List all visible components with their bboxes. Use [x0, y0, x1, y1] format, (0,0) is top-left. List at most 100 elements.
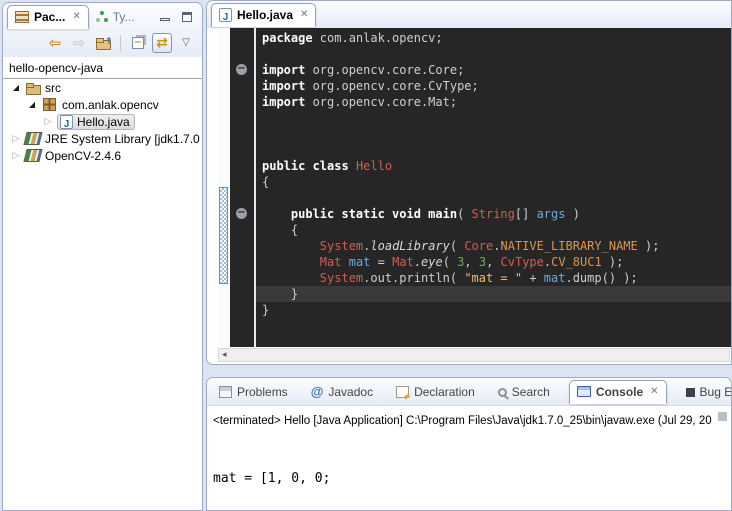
tab-label: Pac... [34, 10, 65, 24]
console-process-label: <terminated> Hello [Java Application] C:… [207, 406, 731, 427]
tree-item-label: OpenCV-2.4.6 [45, 149, 121, 163]
view-window-buttons [160, 12, 202, 22]
tab-declaration[interactable]: Declaration [392, 382, 479, 402]
scroll-left-icon[interactable]: ◂ [222, 350, 227, 360]
annotation-ruler[interactable] [218, 28, 230, 347]
tree-item-label: com.anlak.opencv [62, 98, 159, 112]
expand-arrow-icon[interactable]: ▷ [11, 134, 21, 144]
close-icon[interactable]: ✕ [650, 386, 658, 397]
view-menu-chevron-icon[interactable]: ▽ [176, 33, 196, 53]
package-explorer-header: Pac... ✕ Ty... ⇦ ⇨ ↑ [3, 3, 202, 57]
workbench: Pac... ✕ Ty... ⇦ ⇨ ↑ [0, 0, 732, 511]
code-line: import org.opencv.core.Mat; [256, 94, 731, 110]
code-line: public static void main( String[] args ) [256, 206, 731, 222]
library-icon [23, 132, 42, 145]
problems-icon [219, 386, 232, 398]
tab-console[interactable]: Console ✕ [569, 380, 667, 404]
tab-label: Console [596, 385, 643, 399]
library-icon [23, 149, 42, 162]
tab-label: Bug Explorer [700, 385, 732, 399]
project-scope-label: hello-opencv-java [3, 57, 202, 79]
expand-arrow-icon[interactable]: ▷ [11, 151, 21, 161]
tab-type-hierarchy[interactable]: Ty... [89, 6, 142, 28]
tree-item-label: JRE System Library [jdk1.7.0 [45, 132, 200, 146]
java-file-icon: J [219, 8, 232, 22]
tab-label: Search [512, 385, 550, 399]
declaration-icon [396, 386, 409, 398]
console-panel: Problems @ Javadoc Declaration Search Co… [206, 377, 732, 511]
bug-icon [686, 388, 695, 397]
selected-item-highlight: J Hello.java [57, 114, 135, 130]
code-line: System.loadLibrary( Core.NATIVE_LIBRARY_… [256, 238, 731, 254]
code-line [256, 110, 731, 126]
tab-bug-explorer[interactable]: Bug Explorer [682, 382, 732, 402]
tab-search[interactable]: Search [494, 382, 554, 402]
editor-body: −− package com.anlak.opencv;import org.o… [218, 28, 731, 347]
code-line: } [256, 286, 731, 302]
code-line: import org.opencv.core.CvType; [256, 78, 731, 94]
link-with-editor-icon: ⇄ [156, 34, 168, 52]
package-explorer-icon [15, 11, 29, 23]
tab-problems[interactable]: Problems [215, 382, 292, 402]
code-line: Mat mat = Mat.eye( 3, 3, CvType.CV_8UC1 … [256, 254, 731, 270]
link-with-editor-button[interactable]: ⇄ [152, 33, 172, 53]
code-line: public class Hello [256, 158, 731, 174]
type-hierarchy-icon [96, 11, 108, 23]
maximize-icon[interactable] [182, 12, 192, 22]
console-output-line: mat = [1, 0, 0; [213, 470, 731, 488]
fold-toggle-icon[interactable]: − [236, 64, 247, 75]
toolbar-separator [120, 35, 121, 51]
search-icon [498, 388, 507, 397]
javadoc-icon: @ [311, 386, 324, 398]
tab-hello-java[interactable]: J Hello.java ✕ [211, 3, 316, 27]
code-line [256, 190, 731, 206]
up-folder-icon: ↑ [96, 37, 111, 49]
code-line: { [256, 222, 731, 238]
package-explorer-tabrow: Pac... ✕ Ty... [3, 3, 202, 30]
tab-label: Hello.java [237, 8, 293, 22]
tree-item-package[interactable]: ◢ com.anlak.opencv [3, 96, 202, 113]
minimize-icon[interactable] [160, 18, 170, 21]
package-explorer-tree: hello-opencv-java ◢ src ◢ com.anlak.open… [3, 57, 202, 164]
tab-label: Ty... [113, 10, 135, 24]
fold-gutter[interactable]: −− [230, 28, 254, 347]
package-explorer-toolbar: ⇦ ⇨ ↑ − ⇄ ▽ [3, 30, 202, 56]
code-line [256, 46, 731, 62]
editor-panel: J Hello.java ✕ −− package com.anlak.open… [206, 0, 732, 365]
expand-arrow-icon[interactable]: ▷ [43, 117, 53, 127]
collapse-all-icon: − [132, 37, 144, 49]
code-line [256, 142, 731, 158]
tree-item-src[interactable]: ◢ src [3, 79, 202, 96]
package-icon [43, 98, 56, 111]
tree-item-jre-library[interactable]: ▷ JRE System Library [jdk1.7.0 [3, 130, 202, 147]
tab-label: Javadoc [328, 385, 373, 399]
source-folder-icon [25, 81, 41, 95]
go-up-button[interactable]: ↑ [93, 33, 113, 53]
method-range-indicator [219, 187, 228, 284]
editor-tabrow: J Hello.java ✕ [207, 1, 731, 28]
tab-label: Problems [237, 385, 288, 399]
back-arrow-icon[interactable]: ⇦ [45, 33, 65, 53]
console-output[interactable]: mat = [1, 0, 0; 0, 1, 0; 0, 0, 1] [207, 427, 731, 511]
forward-arrow-icon[interactable]: ⇨ [69, 33, 89, 53]
close-icon[interactable]: ✕ [72, 11, 80, 22]
code-line: package com.anlak.opencv; [256, 30, 731, 46]
console-tabrow: Problems @ Javadoc Declaration Search Co… [207, 378, 731, 406]
console-icon [577, 386, 591, 397]
console-toolbar-clipped-icon [718, 412, 727, 421]
java-file-icon: J [60, 115, 73, 129]
code-line: { [256, 174, 731, 190]
horizontal-scrollbar[interactable]: ◂ [218, 348, 730, 362]
expand-arrow-icon[interactable]: ◢ [27, 100, 37, 109]
fold-toggle-icon[interactable]: − [236, 208, 247, 219]
close-icon[interactable]: ✕ [300, 9, 308, 20]
code-line: import org.opencv.core.Core; [256, 62, 731, 78]
expand-arrow-icon[interactable]: ◢ [11, 83, 21, 92]
collapse-all-button[interactable]: − [128, 33, 148, 53]
tab-javadoc[interactable]: @ Javadoc [307, 382, 377, 402]
code-area[interactable]: package com.anlak.opencv; import org.open… [256, 28, 731, 347]
tree-item-hello-java[interactable]: ▷ J Hello.java [3, 113, 202, 130]
tree-item-opencv-library[interactable]: ▷ OpenCV-2.4.6 [3, 147, 202, 164]
tree-item-label: src [45, 81, 61, 95]
tab-package-explorer[interactable]: Pac... ✕ [7, 5, 89, 29]
